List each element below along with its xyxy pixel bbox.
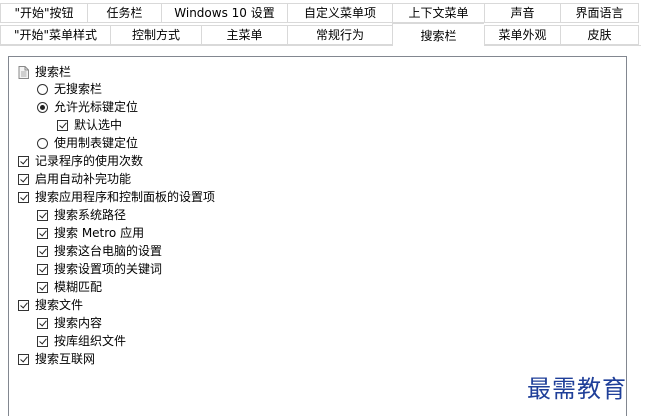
checkbox[interactable] [18, 173, 29, 185]
checkbox-label: 搜索文件 [35, 298, 84, 312]
checkbox-search-setting-keywords[interactable]: 搜索设置项的关键词 [37, 260, 162, 278]
tab-general-behavior[interactable]: 常规行为 [287, 25, 392, 45]
checkbox[interactable] [18, 353, 29, 365]
radio-button-selected[interactable] [37, 101, 48, 113]
checkbox-fuzzy-match[interactable]: 模糊匹配 [37, 278, 102, 296]
tab-start-menu-style[interactable]: "开始"菜单样式 [0, 25, 110, 45]
tab-divider [0, 45, 641, 46]
checkbox-label: 搜索设置项的关键词 [54, 262, 163, 276]
checkbox[interactable] [37, 335, 48, 347]
checkbox-default-select[interactable]: 默认选中 [57, 116, 122, 134]
tab-strip: "开始"按钮 任务栏 Windows 10 设置 自定义菜单项 上下文菜单 声音… [0, 0, 649, 46]
radio-button[interactable] [37, 137, 48, 149]
checkbox[interactable] [18, 191, 29, 203]
tree-root-search-bar: 搜索栏 [18, 63, 71, 81]
radio-use-tab-key[interactable]: 使用制表键定位 [37, 134, 138, 152]
checkbox-label: 按库组织文件 [54, 334, 127, 348]
radio-button[interactable] [37, 83, 48, 95]
checkbox-label: 记录程序的使用次数 [35, 154, 144, 168]
checkbox-search-metro-apps[interactable]: 搜索 Metro 应用 [37, 224, 144, 242]
checkbox[interactable] [37, 227, 48, 239]
checkbox-label: 搜索应用程序和控制面板的设置项 [35, 190, 216, 204]
checkbox-label: 启用自动补完功能 [35, 172, 132, 186]
radio-label: 使用制表键定位 [54, 136, 139, 150]
checkbox[interactable] [37, 209, 48, 221]
checkbox-search-internet[interactable]: 搜索互联网 [18, 350, 95, 368]
checkbox-label: 搜索 Metro 应用 [54, 226, 145, 240]
checkbox-record-usage[interactable]: 记录程序的使用次数 [18, 152, 143, 170]
checkbox-label: 默认选中 [74, 118, 123, 132]
checkbox[interactable] [18, 299, 29, 311]
checkbox[interactable] [18, 155, 29, 167]
tab-row-bottom: "开始"菜单样式 控制方式 主菜单 常规行为 搜索栏 菜单外观 皮肤 [0, 23, 639, 46]
tab-custom-menu-items[interactable]: 自定义菜单项 [287, 3, 392, 23]
tab-sound[interactable]: 声音 [484, 3, 560, 23]
document-icon [18, 65, 29, 79]
radio-label: 无搜索栏 [54, 82, 103, 96]
checkbox-label: 搜索互联网 [35, 352, 96, 366]
checkbox-organize-by-library[interactable]: 按库组织文件 [37, 332, 126, 350]
tab-row-top: "开始"按钮 任务栏 Windows 10 设置 自定义菜单项 上下文菜单 声音… [0, 3, 639, 23]
tab-main-menu[interactable]: 主菜单 [201, 25, 287, 45]
tab-interface-language[interactable]: 界面语言 [560, 3, 639, 23]
checkbox-search-pc-settings[interactable]: 搜索这台电脑的设置 [37, 242, 162, 260]
checkbox[interactable] [37, 317, 48, 329]
radio-no-search-bar[interactable]: 无搜索栏 [37, 80, 102, 98]
tab-taskbar[interactable]: 任务栏 [87, 3, 161, 23]
checkbox-label: 搜索这台电脑的设置 [54, 244, 163, 258]
checkbox[interactable] [37, 245, 48, 257]
watermark-text: 最需教育 [527, 375, 627, 403]
settings-tree-panel: 搜索栏 无搜索栏 允许光标键定位 默认选中 使用制表键定位 记录程序的使用次数 … [8, 56, 627, 416]
tab-start-button[interactable]: "开始"按钮 [0, 3, 87, 23]
checkbox[interactable] [37, 281, 48, 293]
checkbox-label: 搜索系统路径 [54, 208, 127, 222]
tab-context-menu[interactable]: 上下文菜单 [392, 3, 484, 23]
tree-root-label: 搜索栏 [35, 65, 72, 79]
checkbox-label: 模糊匹配 [54, 280, 103, 294]
checkbox-label: 搜索内容 [54, 316, 103, 330]
tab-control-method[interactable]: 控制方式 [110, 25, 201, 45]
checkbox-search-system-path[interactable]: 搜索系统路径 [37, 206, 126, 224]
checkbox[interactable] [57, 119, 68, 131]
checkbox-search-files[interactable]: 搜索文件 [18, 296, 83, 314]
checkbox[interactable] [37, 263, 48, 275]
radio-label: 允许光标键定位 [54, 100, 139, 114]
tab-search-bar[interactable]: 搜索栏 [392, 23, 484, 46]
radio-allow-cursor-keys[interactable]: 允许光标键定位 [37, 98, 138, 116]
checkbox-search-apps-settings[interactable]: 搜索应用程序和控制面板的设置项 [18, 188, 215, 206]
checkbox-autocomplete[interactable]: 启用自动补完功能 [18, 170, 131, 188]
tab-skin[interactable]: 皮肤 [560, 25, 639, 45]
tab-menu-appearance[interactable]: 菜单外观 [484, 25, 560, 45]
checkbox-search-content[interactable]: 搜索内容 [37, 314, 102, 332]
tab-windows10-settings[interactable]: Windows 10 设置 [161, 3, 287, 23]
